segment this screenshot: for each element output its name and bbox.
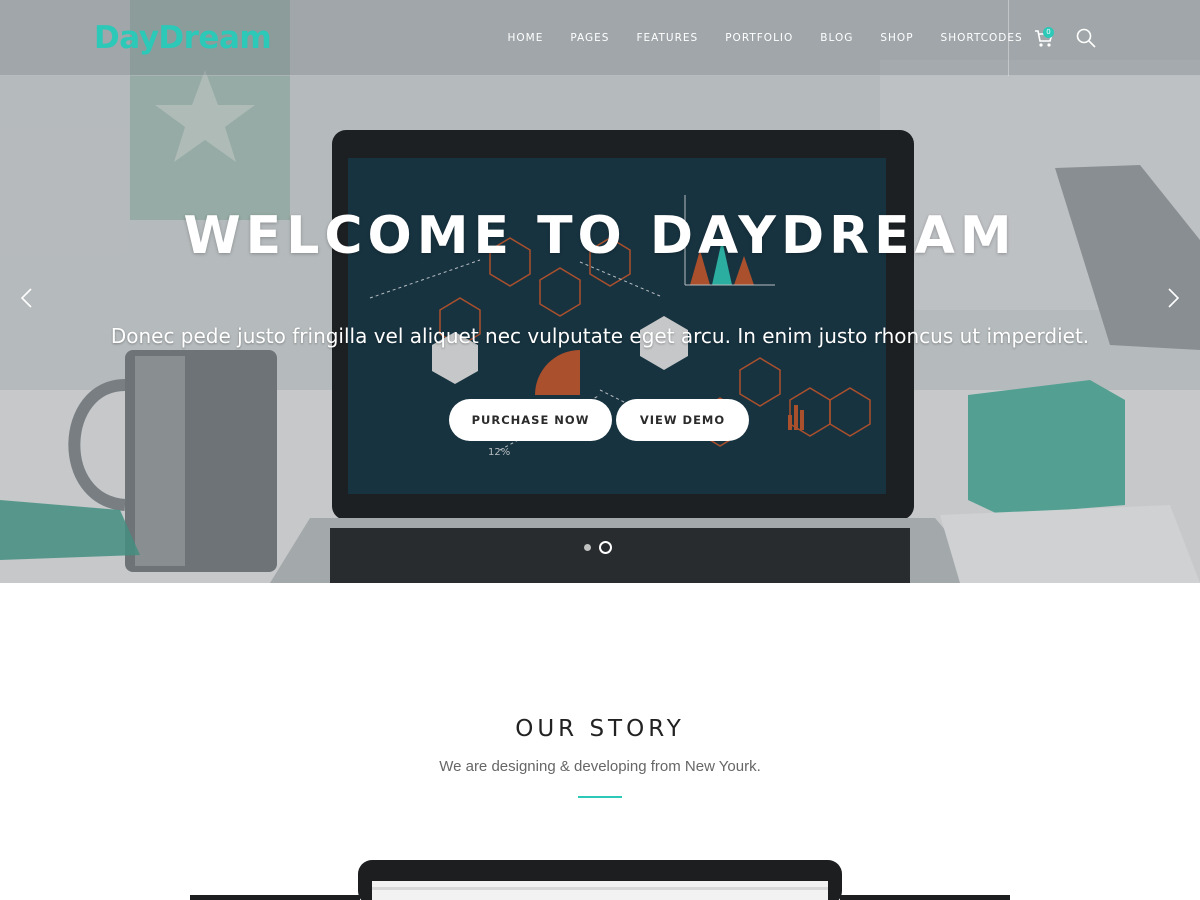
section-title: OUR STORY [515,716,685,742]
hero-title: WELCOME TO DAYDREAM [183,206,1017,266]
chevron-left-icon[interactable] [17,287,37,309]
hero-overlay [0,0,1200,583]
section-divider [578,796,622,798]
main-nav: HOME PAGES FEATURES PORTFOLIO BLOG SHOP … [494,0,1036,76]
chevron-right-icon[interactable] [1163,287,1183,309]
nav-item-shop[interactable]: SHOP [880,32,913,44]
site-logo[interactable]: DayDream [94,20,272,56]
hero-slider: 12% DayDream HOME PAGES FEATURES PORTFOL… [0,0,1200,583]
devices-mockup-image [190,860,1010,900]
slider-dot-1[interactable] [584,544,591,551]
nav-item-pages[interactable]: PAGES [570,32,609,44]
slider-pagination [584,541,612,554]
nav-item-home[interactable]: HOME [508,32,544,44]
search-icon[interactable] [1075,27,1097,49]
hero-subtitle: Donec pede justo fringilla vel aliquet n… [110,324,1090,348]
nav-item-blog[interactable]: BLOG [820,32,853,44]
nav-item-features[interactable]: FEATURES [636,32,698,44]
nav-divider [1008,0,1009,76]
cart-count-badge: 0 [1043,27,1054,38]
site-header: DayDream HOME PAGES FEATURES PORTFOLIO B… [0,0,1200,76]
nav-item-portfolio[interactable]: PORTFOLIO [725,32,793,44]
slider-dot-2[interactable] [599,541,612,554]
purchase-now-button[interactable]: PURCHASE NOW [449,399,612,441]
view-demo-button[interactable]: VIEW DEMO [616,399,749,441]
section-subtitle: We are designing & developing from New Y… [439,758,761,775]
nav-item-shortcodes[interactable]: SHORTCODES [941,32,1023,44]
